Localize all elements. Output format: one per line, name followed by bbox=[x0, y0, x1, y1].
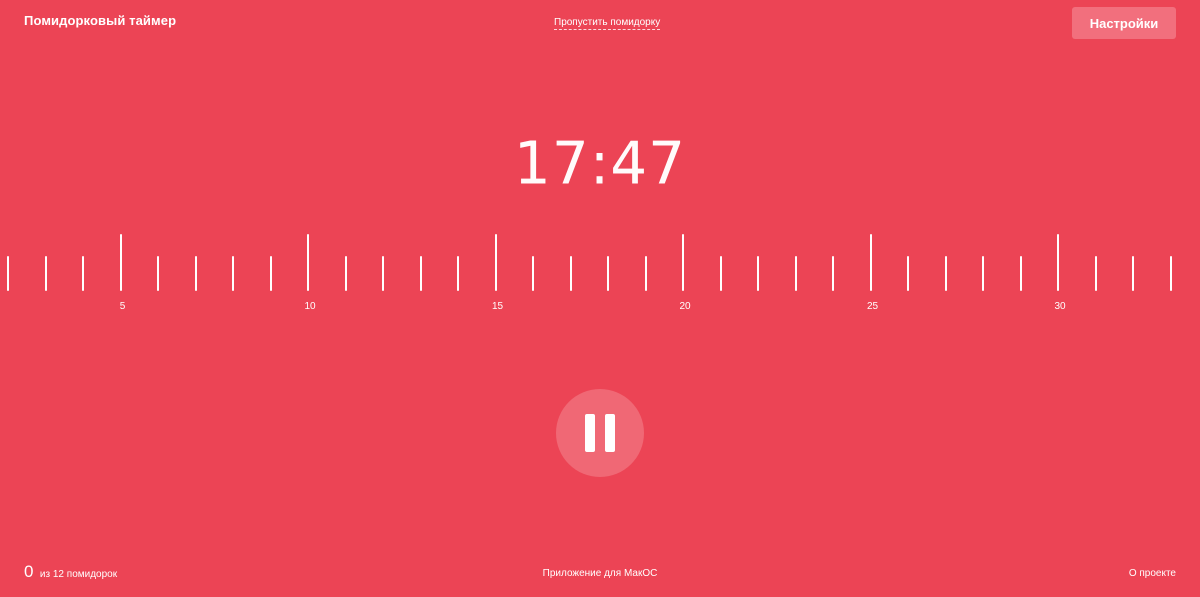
done-count: 0 bbox=[24, 562, 34, 581]
pause-icon-bar-left bbox=[585, 414, 595, 452]
scale-minor-tick bbox=[157, 256, 159, 291]
scale-label: 10 bbox=[304, 301, 316, 312]
mac-app-link[interactable]: Приложение для МакОС bbox=[543, 568, 658, 579]
scale-major-tick bbox=[494, 234, 497, 291]
scale-minor-tick bbox=[1019, 256, 1022, 291]
app-title: Помидорковый таймер bbox=[24, 13, 177, 28]
scale-minor-tick bbox=[569, 256, 572, 291]
about-link[interactable]: О проекте bbox=[1129, 568, 1176, 579]
pause-icon-bar-right bbox=[605, 414, 615, 452]
scale-major-tick bbox=[307, 234, 309, 291]
scale-minor-tick bbox=[232, 256, 234, 291]
scale-minor-tick bbox=[44, 256, 47, 291]
scale-minor-tick bbox=[944, 256, 947, 291]
scale-major-tick bbox=[869, 234, 872, 291]
scale-minor-tick bbox=[344, 256, 347, 291]
scale-minor-tick bbox=[194, 256, 197, 291]
minute-scale[interactable]: 5 10 15 20 25 30 bbox=[0, 230, 1200, 320]
scale-major-tick bbox=[119, 234, 122, 291]
scale-label: 20 bbox=[679, 301, 691, 312]
scale-label: 5 bbox=[119, 301, 126, 312]
scale-minor-tick bbox=[907, 256, 909, 291]
counter-text: из 12 помидорок bbox=[39, 569, 118, 580]
scale-minor-tick bbox=[1169, 256, 1172, 291]
scale-minor-tick bbox=[607, 256, 609, 291]
scale-minor-tick bbox=[757, 256, 759, 291]
scale-minor-tick bbox=[1094, 256, 1097, 291]
scale-minor-tick bbox=[419, 256, 422, 291]
scale-minor-tick bbox=[82, 256, 84, 291]
timer-value: 17:47 bbox=[513, 128, 687, 198]
timer-display: 17:47 bbox=[0, 125, 1200, 200]
scale-minor-tick bbox=[832, 256, 834, 291]
mac-app-link-container: Приложение для МакОС bbox=[0, 568, 1200, 579]
skip-pomodoro-link[interactable]: Пропустить помидорку bbox=[554, 17, 661, 30]
scale-minor-tick bbox=[719, 256, 722, 291]
scale-label: 25 bbox=[866, 301, 879, 312]
scale-minor-tick bbox=[532, 256, 534, 291]
scale-minor-tick bbox=[794, 256, 797, 291]
pause-button[interactable] bbox=[556, 389, 644, 477]
scale-minor-tick bbox=[1132, 256, 1134, 291]
pomodoro-counter: 0 из 12 помидорок bbox=[24, 562, 117, 582]
scale-minor-tick bbox=[382, 256, 384, 291]
scale-minor-tick bbox=[457, 256, 459, 291]
scale-label: 15 bbox=[491, 301, 504, 312]
scale-minor-tick bbox=[7, 256, 9, 291]
scale-major-tick bbox=[682, 234, 684, 291]
scale-label: 30 bbox=[1054, 301, 1066, 312]
scale-major-tick bbox=[1057, 234, 1059, 291]
scale-minor-tick bbox=[982, 256, 984, 291]
scale-minor-tick bbox=[644, 256, 647, 291]
scale-minor-tick bbox=[269, 256, 272, 291]
settings-button[interactable]: Настройки bbox=[1072, 7, 1176, 39]
